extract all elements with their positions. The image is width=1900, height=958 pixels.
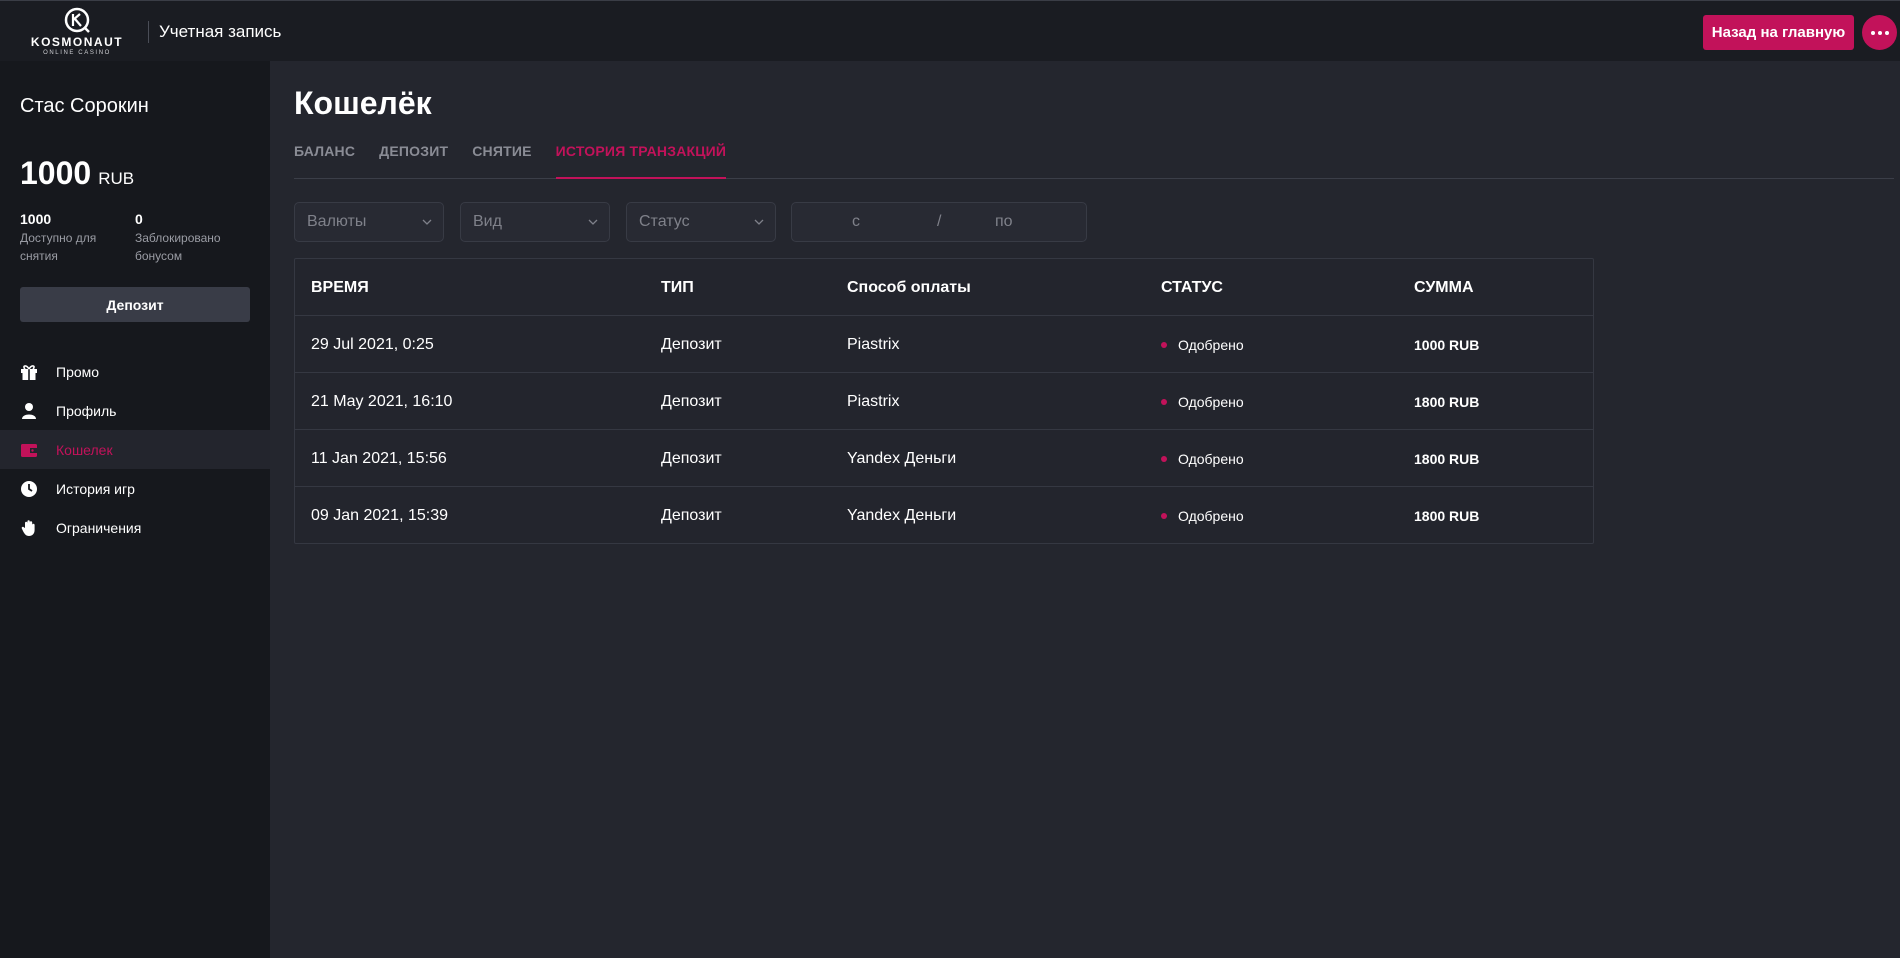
clock-icon (20, 480, 38, 498)
column-header-type: ТИП (661, 278, 694, 296)
status-text: Одобрено (1178, 393, 1244, 410)
sidebar-nav: Промо Профиль Кошелек История игр Ограни… (0, 352, 270, 547)
currency-select-placeholder: Валюты (307, 213, 367, 230)
wallet-icon (20, 441, 38, 459)
sidebar-item-label: Промо (56, 363, 100, 380)
logo-subtitle: ONLINE CASINO (43, 50, 111, 56)
cell-amount: 1800 RUB (1414, 450, 1480, 467)
logo-wordmark: KOSMONAUT (30, 35, 124, 49)
cell-type: Депозит (661, 506, 722, 524)
more-dot (1877, 30, 1882, 35)
blocked-label: Заблокировано бонусом (135, 231, 221, 263)
page-title: Кошелёк (294, 85, 432, 121)
column-header-status: СТАТУС (1161, 278, 1223, 296)
chevron-down-icon (754, 219, 764, 225)
type-select[interactable]: Вид (460, 202, 610, 242)
cell-status: Одобрено (1161, 487, 1244, 544)
balance-amount: 1000 (20, 155, 92, 191)
sidebar-item-wallet[interactable]: Кошелек (0, 430, 270, 469)
tab-balance[interactable]: БАЛАНС (294, 141, 355, 179)
cell-type: Депозит (661, 335, 722, 353)
cell-time: 21 May 2021, 16:10 (311, 392, 453, 410)
sidebar-item-profile[interactable]: Профиль (0, 391, 270, 430)
cell-method: Piastrix (847, 392, 900, 410)
date-separator: / (937, 213, 942, 230)
more-menu-button[interactable] (1862, 15, 1897, 50)
header-title: Учетная запись (159, 22, 282, 41)
more-dots-icon (1870, 30, 1875, 35)
status-text: Одобрено (1178, 450, 1244, 467)
cell-amount: 1800 RUB (1414, 393, 1480, 410)
header-divider (148, 21, 149, 43)
kosmonaut-logo[interactable]: KOSMONAUT ONLINE CASINO (24, 5, 130, 59)
cell-status: Одобрено (1161, 316, 1244, 373)
wallet-tabs: БАЛАНС ДЕПОЗИТ СНЯТИЕ ИСТОРИЯ ТРАНЗАКЦИЙ (294, 141, 1894, 179)
sidebar-item-label: Профиль (56, 402, 117, 419)
sidebar-item-promo[interactable]: Промо (0, 352, 270, 391)
chevron-down-icon (588, 219, 598, 225)
main-content: Кошелёк БАЛАНС ДЕПОЗИТ СНЯТИЕ ИСТОРИЯ ТР… (270, 61, 1900, 958)
user-name: Стас Сорокин (20, 95, 149, 117)
table-row: 11 Jan 2021, 15:56 Депозит Yandex Деньги… (295, 430, 1593, 487)
chevron-down-icon (422, 219, 432, 225)
available-stat: 1000 Доступно для снятия (20, 211, 130, 265)
cell-status: Одобрено (1161, 430, 1244, 487)
logo-mark-icon (64, 7, 90, 33)
transactions-table: ВРЕМЯ ТИП Способ оплаты СТАТУС СУММА 29 … (294, 258, 1594, 544)
available-value: 1000 (20, 211, 52, 227)
user-icon (20, 402, 38, 420)
cell-type: Депозит (661, 392, 722, 410)
type-select-placeholder: Вид (473, 213, 502, 230)
status-dot-icon (1161, 341, 1167, 348)
status-select-placeholder: Статус (639, 213, 690, 230)
cell-type: Депозит (661, 449, 722, 467)
hand-icon (20, 519, 38, 537)
cell-time: 29 Jul 2021, 0:25 (311, 335, 434, 353)
balance-currency: RUB (98, 169, 135, 188)
sidebar-item-label: Кошелек (56, 441, 113, 458)
status-dot-icon (1161, 398, 1167, 405)
currency-select[interactable]: Валюты (294, 202, 444, 242)
column-header-time: ВРЕМЯ (311, 278, 369, 296)
table-header-row: ВРЕМЯ ТИП Способ оплаты СТАТУС СУММА (295, 259, 1593, 316)
status-dot-icon (1161, 455, 1167, 462)
date-from-field[interactable]: с (852, 213, 860, 231)
cell-method: Yandex Деньги (847, 449, 957, 467)
table-row: 09 Jan 2021, 15:39 Депозит Yandex Деньги… (295, 487, 1593, 544)
cell-time: 09 Jan 2021, 15:39 (311, 506, 449, 524)
top-header: KOSMONAUT ONLINE CASINO Учетная запись Н… (0, 0, 1900, 61)
status-select[interactable]: Статус (626, 202, 776, 242)
tab-deposit[interactable]: ДЕПОЗИТ (379, 141, 448, 179)
sidebar: Стас Сорокин 1000 RUB 1000 Доступно для … (0, 61, 270, 958)
deposit-button[interactable]: Депозит (20, 287, 250, 322)
status-text: Одобрено (1178, 336, 1244, 353)
cell-time: 11 Jan 2021, 15:56 (311, 449, 447, 467)
back-to-home-button[interactable]: Назад на главную (1703, 15, 1854, 50)
sidebar-item-label: История игр (56, 480, 135, 497)
column-header-payment-method: Способ оплаты (847, 278, 971, 296)
gift-icon (20, 363, 38, 381)
date-range-picker[interactable]: с / по (791, 202, 1087, 242)
status-text: Одобрено (1178, 507, 1244, 524)
tab-withdrawal[interactable]: СНЯТИЕ (472, 141, 531, 179)
cell-amount: 1000 RUB (1414, 336, 1480, 353)
table-row: 21 May 2021, 16:10 Депозит Piastrix Одоб… (295, 373, 1593, 430)
more-dot (1884, 30, 1889, 35)
balance: 1000 RUB (20, 155, 134, 192)
table-row: 29 Jul 2021, 0:25 Депозит Piastrix Одобр… (295, 316, 1593, 373)
column-header-amount: СУММА (1414, 278, 1474, 296)
sidebar-item-limits[interactable]: Ограничения (0, 508, 270, 547)
blocked-stat: 0 Заблокировано бонусом (135, 211, 245, 265)
cell-status: Одобрено (1161, 373, 1244, 430)
date-to-field[interactable]: по (995, 213, 1013, 231)
blocked-value: 0 (135, 211, 143, 227)
tab-transaction-history[interactable]: ИСТОРИЯ ТРАНЗАКЦИЙ (555, 141, 727, 179)
cell-amount: 1800 RUB (1414, 507, 1480, 524)
cell-method: Piastrix (847, 335, 900, 353)
available-label: Доступно для снятия (20, 231, 97, 263)
sidebar-item-label: Ограничения (56, 519, 142, 536)
cell-method: Yandex Деньги (847, 506, 957, 524)
status-dot-icon (1161, 512, 1167, 519)
sidebar-item-game-history[interactable]: История игр (0, 469, 270, 508)
